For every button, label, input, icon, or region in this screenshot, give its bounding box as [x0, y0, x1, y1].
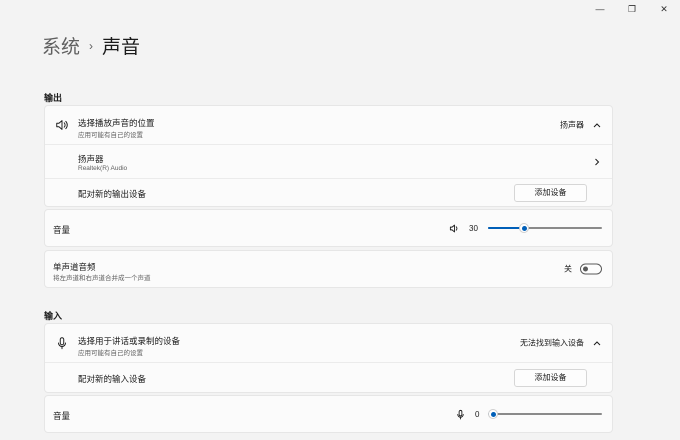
- slider-track: [488, 413, 602, 415]
- chevron-up-icon[interactable]: [592, 120, 602, 130]
- breadcrumb-parent[interactable]: 系统: [42, 32, 80, 59]
- output-device-selector-title: 选择播放声音的位置: [78, 118, 155, 128]
- output-device-selector[interactable]: 选择播放声音的位置 应用可能有自己的设置 扬声器: [45, 106, 612, 144]
- output-device-driver: Realtek(R) Audio: [78, 165, 128, 172]
- page-title: 声音: [102, 37, 141, 58]
- mono-audio-state: 关: [564, 264, 572, 274]
- input-volume-card: 音量 0: [44, 395, 613, 433]
- close-icon: ✕: [660, 3, 668, 14]
- output-volume-label: 音量: [53, 225, 71, 235]
- breadcrumb: 系统 › 声音: [42, 32, 140, 59]
- input-device-selector-title: 选择用于讲话或录制的设备: [78, 336, 181, 346]
- mono-audio-toggle[interactable]: [580, 263, 602, 275]
- chevron-up-icon[interactable]: [592, 338, 602, 348]
- input-devices-card: 选择用于讲话或录制的设备 应用可能有自己的设置 无法找到输入设备 配对新的输入设…: [44, 323, 613, 393]
- microphone-volume-icon[interactable]: [455, 409, 466, 420]
- input-device-selector[interactable]: 选择用于讲话或录制的设备 应用可能有自己的设置 无法找到输入设备: [45, 324, 612, 362]
- selected-input-device: 无法找到输入设备: [520, 338, 584, 348]
- pair-input-device-row: 配对新的输入设备 添加设备: [45, 362, 612, 392]
- mono-audio-card: 单声道音频 将左声道和右声道合并成一个声道 关: [44, 250, 613, 288]
- output-device-speaker[interactable]: 扬声器 Realtek(R) Audio: [45, 144, 612, 178]
- maximize-button[interactable]: ❐: [616, 0, 648, 18]
- input-device-selector-subtitle: 应用可能有自己的设置: [78, 350, 143, 357]
- speaker-icon: [56, 120, 68, 130]
- output-section-label: 输出: [44, 93, 63, 103]
- output-volume-value: 30: [469, 223, 478, 233]
- mono-audio-row: 单声道音频 将左声道和右声道合并成一个声道 关: [45, 251, 612, 287]
- slider-thumb[interactable]: [519, 223, 530, 233]
- mono-audio-subtitle: 将左声道和右声道合并成一个声道: [53, 275, 151, 282]
- input-section-label: 输入: [44, 311, 63, 321]
- output-volume-card: 音量 30: [44, 209, 613, 247]
- input-volume-value: 0: [475, 409, 480, 419]
- breadcrumb-separator-icon: ›: [89, 38, 94, 53]
- add-input-device-button[interactable]: 添加设备: [514, 368, 587, 387]
- slider-thumb[interactable]: [488, 409, 498, 419]
- input-volume-row: 音量 0: [45, 396, 612, 432]
- input-volume-label: 音量: [53, 411, 71, 421]
- output-volume-slider[interactable]: [488, 222, 602, 234]
- speaker-volume-icon[interactable]: [449, 223, 460, 234]
- output-devices-card: 选择播放声音的位置 应用可能有自己的设置 扬声器 扬声器 Realtek(R) …: [44, 105, 613, 207]
- pair-output-device-row: 配对新的输出设备 添加设备: [45, 178, 612, 206]
- microphone-icon: [58, 337, 66, 350]
- output-device-name: 扬声器: [78, 154, 104, 164]
- chevron-right-icon[interactable]: [592, 157, 602, 167]
- output-volume-row: 音量 30: [45, 210, 612, 246]
- minimize-button[interactable]: —: [584, 0, 616, 18]
- input-volume-slider[interactable]: [488, 408, 602, 420]
- minimize-icon: —: [595, 4, 605, 14]
- close-button[interactable]: ✕: [648, 0, 680, 18]
- pair-input-device-label: 配对新的输入设备: [78, 374, 147, 384]
- toggle-knob: [583, 266, 588, 272]
- selected-output-device: 扬声器: [560, 120, 584, 130]
- pair-output-device-label: 配对新的输出设备: [78, 189, 147, 199]
- add-output-device-button[interactable]: 添加设备: [514, 183, 587, 202]
- window-controls: — ❐ ✕: [584, 0, 680, 18]
- maximize-icon: ❐: [627, 3, 637, 14]
- output-device-selector-subtitle: 应用可能有自己的设置: [78, 132, 143, 139]
